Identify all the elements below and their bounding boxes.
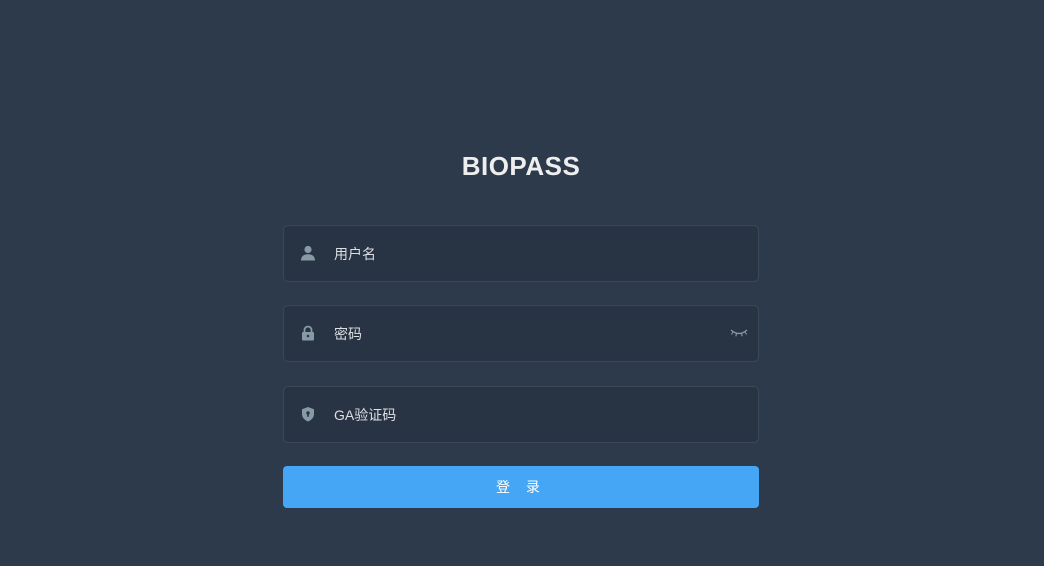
user-icon: [300, 245, 316, 261]
eye-closed-icon[interactable]: [730, 326, 748, 340]
username-input[interactable]: [334, 226, 724, 281]
password-field: [283, 305, 759, 362]
login-button[interactable]: 登 录: [283, 466, 759, 508]
username-field: [283, 225, 759, 282]
ga-code-field: [283, 386, 759, 443]
page-title: BIOPASS: [461, 151, 581, 181]
lock-icon: [300, 325, 316, 341]
password-input[interactable]: [334, 306, 724, 361]
shield-icon: [300, 406, 316, 422]
ga-code-input[interactable]: [334, 387, 724, 442]
